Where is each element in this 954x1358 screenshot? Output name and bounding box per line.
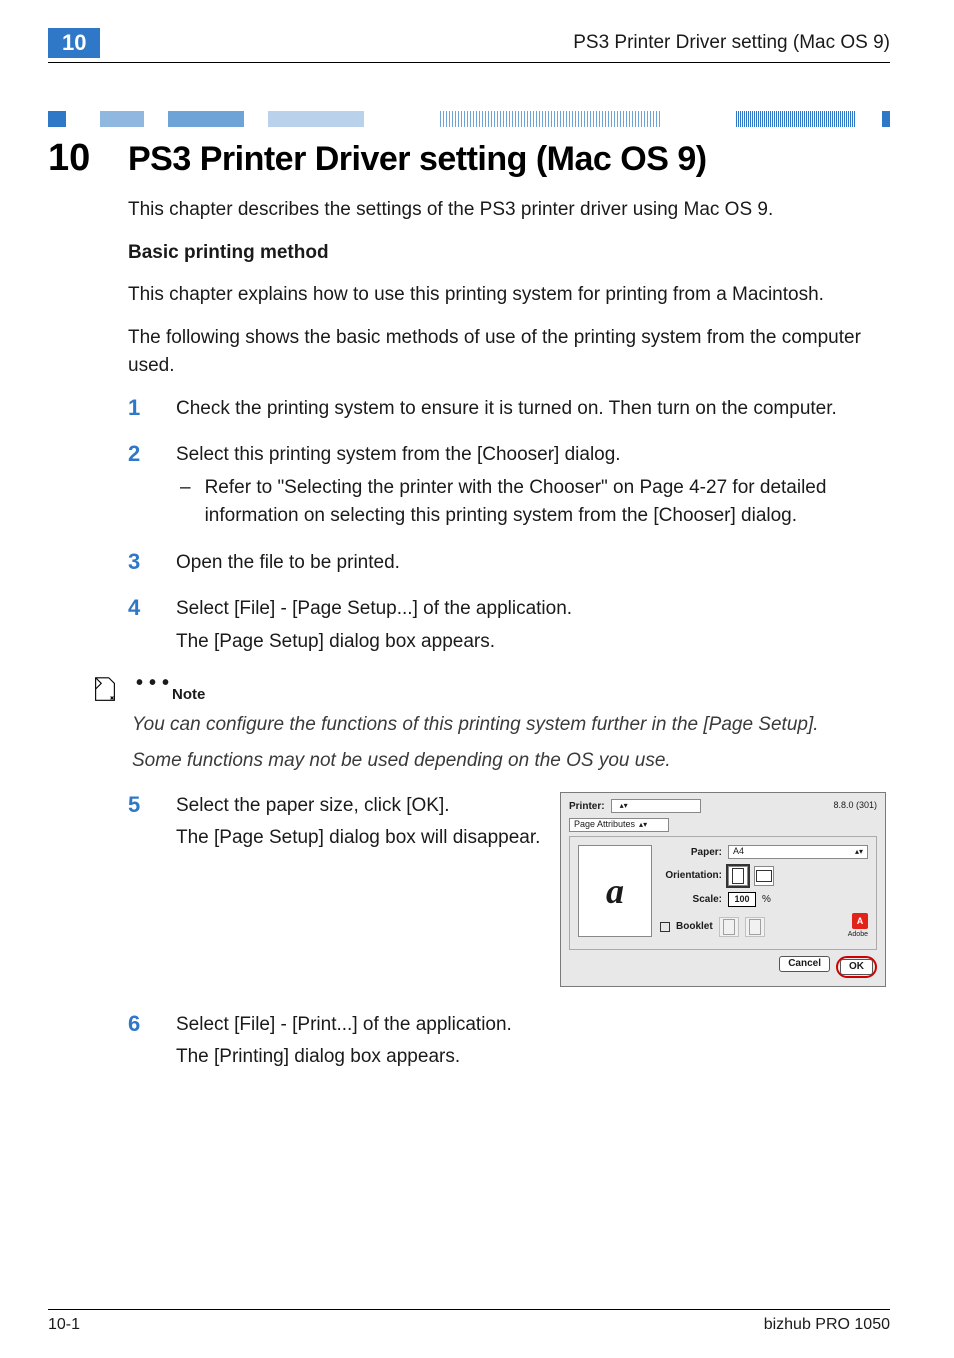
booklet-opt-1 (719, 917, 739, 937)
orientation-landscape-button[interactable] (754, 866, 774, 886)
note-icon (90, 674, 120, 714)
cancel-button[interactable]: Cancel (779, 956, 830, 972)
step-number-3: 3 (128, 549, 154, 575)
product-name: bizhub PRO 1050 (764, 1316, 890, 1334)
note-line-2: Some functions may not be used depending… (132, 747, 886, 776)
step-number-5: 5 (128, 792, 154, 818)
section-lead-2: The following shows the basic methods of… (128, 324, 886, 381)
page-number: 10-1 (48, 1316, 80, 1334)
step-2: Select this printing system from the [Ch… (176, 441, 886, 470)
decorative-bar (48, 111, 890, 127)
chapter-number: 10 (48, 137, 104, 180)
step-2-sub: Refer to "Selecting the printer with the… (205, 474, 886, 531)
booklet-checkbox[interactable] (660, 922, 670, 932)
scale-suffix: % (762, 892, 771, 907)
step-6a: Select [File] - [Print...] of the applic… (176, 1011, 886, 1040)
chapter-title: PS3 Printer Driver setting (Mac OS 9) (128, 140, 707, 179)
step-number-6: 6 (128, 1011, 154, 1037)
step-4a: Select [File] - [Page Setup...] of the a… (176, 595, 886, 624)
step-1: Check the printing system to ensure it i… (176, 395, 886, 424)
step-4b: The [Page Setup] dialog box appears. (176, 628, 886, 657)
chapter-tab: 10 (48, 28, 100, 58)
paper-select[interactable]: A4▴▾ (728, 845, 868, 859)
pane-select[interactable]: Page Attributes▴▾ (569, 818, 669, 832)
section-lead-1: This chapter explains how to use this pr… (128, 281, 886, 310)
note-label: Note (172, 684, 886, 707)
page-setup-screenshot: Printer: ▴▾ 8.8.0 (301) Page Attributes▴… (560, 792, 886, 987)
step-number-4: 4 (128, 595, 154, 621)
section-subhead: Basic printing method (128, 239, 886, 268)
page-preview: a (578, 845, 652, 937)
step-3: Open the file to be printed. (176, 549, 886, 578)
adobe-logo-text: Adobe (848, 930, 868, 941)
ok-highlight: OK (836, 956, 877, 978)
running-title: PS3 Printer Driver setting (Mac OS 9) (124, 32, 890, 54)
step-5b: The [Page Setup] dialog box will disappe… (176, 824, 542, 853)
step-5a: Select the paper size, click [OK]. (176, 792, 542, 821)
ok-button[interactable]: OK (840, 959, 873, 975)
adobe-logo-icon: A (852, 913, 868, 929)
booklet-opt-2 (745, 917, 765, 937)
note-line-1: You can configure the functions of this … (132, 711, 886, 740)
scale-input[interactable]: 100 (728, 892, 756, 908)
printer-label: Printer: (569, 799, 605, 814)
step-number-2: 2 (128, 441, 154, 467)
step-6b: The [Printing] dialog box appears. (176, 1043, 886, 1072)
orientation-portrait-button[interactable] (728, 866, 748, 886)
driver-version: 8.8.0 (301) (833, 799, 877, 813)
intro-paragraph: This chapter describes the settings of t… (128, 196, 886, 225)
scale-label: Scale: (660, 892, 722, 907)
booklet-label: Booklet (676, 919, 713, 934)
orientation-label: Orientation: (660, 868, 722, 883)
paper-label: Paper: (660, 845, 722, 860)
printer-select[interactable]: ▴▾ (611, 799, 701, 813)
step-number-1: 1 (128, 395, 154, 421)
